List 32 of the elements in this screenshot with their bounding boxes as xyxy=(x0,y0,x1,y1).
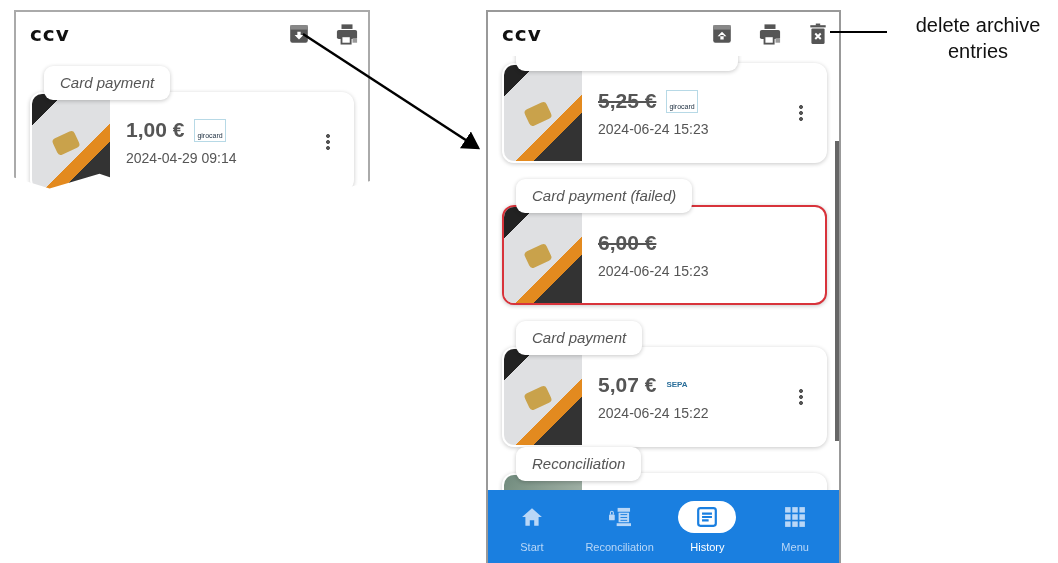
date-text: 2024-06-24 15:23 xyxy=(598,263,710,279)
document-icon[interactable] xyxy=(696,505,719,528)
amount-text: 5,25 € xyxy=(598,89,657,113)
more-icon[interactable] xyxy=(799,104,803,122)
print-icon[interactable] xyxy=(759,23,781,45)
more-icon[interactable] xyxy=(799,388,803,406)
nav-tab[interactable]: History xyxy=(663,490,752,563)
date-text: 2024-04-29 09:14 xyxy=(126,150,238,166)
card-scheme-logo: SEPA xyxy=(666,381,688,389)
grid-icon[interactable] xyxy=(784,505,807,528)
delete-icon[interactable] xyxy=(807,23,829,45)
transaction-type-label: Card payment (failed) xyxy=(516,179,693,213)
scrollbar[interactable] xyxy=(835,141,839,441)
date-text: 2024-06-24 15:22 xyxy=(598,405,710,421)
transaction-card[interactable]: 5,07 € SEPA 2024-06-24 15:22 xyxy=(502,347,827,447)
leader-line xyxy=(829,31,888,33)
archive-icon[interactable] xyxy=(288,23,310,45)
amount-text: 1,00 € xyxy=(126,118,185,142)
transaction-type-label: Reconciliation xyxy=(516,447,642,481)
logo: ccv xyxy=(30,22,70,46)
amount-text: 5,07 € xyxy=(598,373,657,397)
cash-register-icon[interactable] xyxy=(608,505,631,528)
print-icon[interactable] xyxy=(336,23,358,45)
logo: ccv xyxy=(502,22,542,46)
amount-text: 6,00 € xyxy=(598,231,657,255)
annotation-text: delete archive entries xyxy=(914,13,1042,64)
transaction-type-label: Card payment xyxy=(44,66,171,100)
more-icon[interactable] xyxy=(326,133,330,151)
date-text: 2024-06-24 15:23 xyxy=(598,121,710,137)
archive-icon[interactable] xyxy=(711,23,733,45)
transaction-type-label: Card payment xyxy=(516,321,643,355)
transaction-card[interactable]: 6,00 € 2024-06-24 15:23 xyxy=(502,205,827,305)
